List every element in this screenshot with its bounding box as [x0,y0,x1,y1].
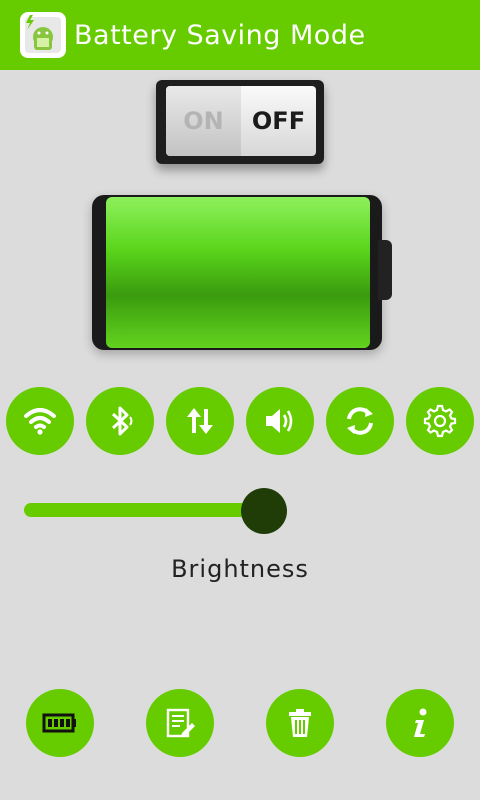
brightness-label: Brightness [171,555,309,583]
page-title: Battery Saving Mode [74,19,366,51]
wifi-icon [24,408,56,435]
notes-edit-icon [166,708,195,738]
bluetooth-toggle-button[interactable] [86,387,154,455]
battery-fill [106,197,370,348]
bluetooth-icon [111,406,133,436]
mobile-data-toggle-button[interactable] [166,387,234,455]
battery-level-graphic [92,195,392,350]
clean-button[interactable] [266,689,334,757]
info-icon [414,708,427,737]
sound-toggle-button[interactable] [246,387,314,455]
wifi-toggle-button[interactable] [6,387,74,455]
toggle-off-label: OFF [251,107,306,135]
trash-icon [289,709,311,737]
power-save-toggle[interactable]: ON OFF [156,80,324,164]
brightness-slider-track[interactable] [24,503,264,517]
battery-icon [42,713,76,733]
notes-button[interactable] [146,689,214,757]
settings-button[interactable] [406,387,474,455]
app-logo-icon [20,12,66,58]
mobile-data-icon [187,408,213,434]
volume-icon [266,409,293,433]
toggle-on-label: ON [166,86,241,156]
about-button[interactable] [386,689,454,757]
app-header: Battery Saving Mode [0,0,480,70]
settings-gear-icon [423,404,457,438]
brightness-slider-handle[interactable] [241,488,287,534]
battery-cap [378,240,392,300]
battery-info-button[interactable] [26,689,94,757]
sync-toggle-button[interactable] [326,387,394,455]
sync-icon [347,407,373,435]
